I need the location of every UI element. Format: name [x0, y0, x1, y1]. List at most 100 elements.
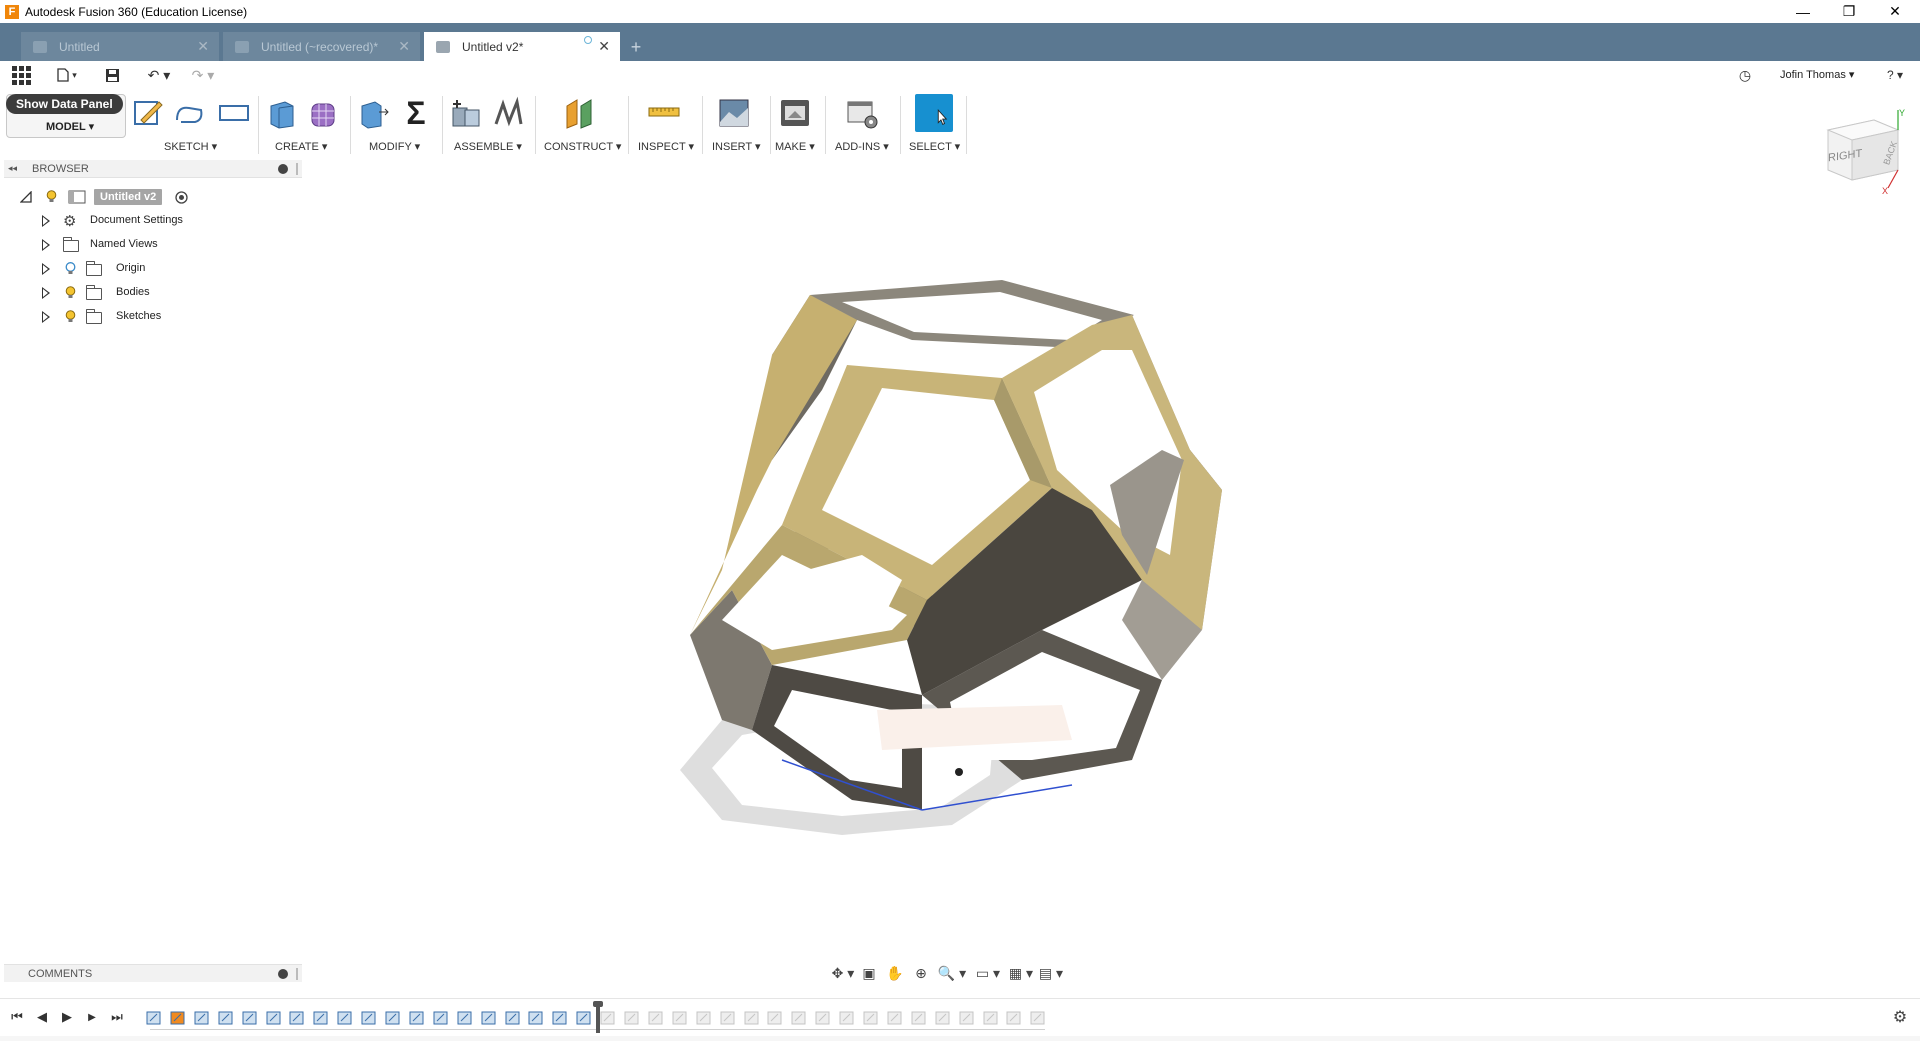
timeline-feature-icon[interactable]	[790, 1009, 808, 1026]
timeline-feature-icon[interactable]	[599, 1009, 617, 1026]
sketch-menu[interactable]: SKETCH ▾	[164, 140, 217, 153]
browser-root-label[interactable]: Untitled v2	[94, 189, 163, 205]
modify-menu[interactable]: MODIFY ▾	[369, 140, 420, 153]
expand-triangle-icon[interactable]	[42, 287, 50, 299]
browser-item-origin[interactable]: Origin	[4, 258, 204, 280]
browser-item-named-views[interactable]: Named Views	[4, 234, 204, 256]
orbit-icon[interactable]: ✥ ▾	[830, 962, 856, 984]
expand-triangle-icon[interactable]	[42, 239, 50, 251]
new-component-button[interactable]	[449, 96, 483, 130]
rectangle-tool-button[interactable]	[217, 96, 251, 130]
create-sketch-button[interactable]	[131, 96, 165, 130]
timeline-marker[interactable]	[593, 1001, 603, 1033]
visibility-bulb-icon[interactable]	[46, 190, 57, 203]
timeline-feature-icon[interactable]	[217, 1009, 235, 1026]
offset-plane-button[interactable]	[563, 96, 597, 130]
grid-snaps-icon[interactable]: ▦ ▾	[1006, 962, 1036, 984]
timeline-play-button[interactable]: ▶	[56, 1007, 78, 1027]
timeline-feature-icon[interactable]	[241, 1009, 259, 1026]
view-cube[interactable]: RIGHT BACK Y X	[1808, 108, 1908, 198]
timeline-feature-icon[interactable]	[408, 1009, 426, 1026]
dodecahedron-frame-model[interactable]	[302, 160, 1920, 968]
timeline-feature-icon[interactable]	[193, 1009, 211, 1026]
pan-hand-icon[interactable]: ✋	[882, 962, 908, 984]
restore-button[interactable]: ❐	[1826, 0, 1872, 23]
minimize-button[interactable]: —	[1780, 0, 1826, 23]
hidden-bulb-icon[interactable]	[65, 262, 76, 275]
timeline-feature-icon[interactable]	[838, 1009, 856, 1026]
tab-untitled[interactable]: Untitled ✕	[21, 32, 219, 61]
timeline-feature-icon[interactable]	[934, 1009, 952, 1026]
insert-menu[interactable]: INSERT ▾	[712, 140, 761, 153]
job-status-icon[interactable]: ◷	[1734, 65, 1756, 85]
addins-menu[interactable]: ADD-INS ▾	[835, 140, 889, 153]
timeline-first-button[interactable]: ⏮	[6, 1007, 28, 1027]
timeline-next-button[interactable]: ▶	[81, 1007, 103, 1027]
timeline-feature-icon[interactable]	[982, 1009, 1000, 1026]
timeline-feature-icon[interactable]	[647, 1009, 665, 1026]
user-account-menu[interactable]: Jofin Thomas ▾	[1780, 68, 1854, 81]
tab-untitled-v2[interactable]: Untitled v2* ✕	[424, 32, 620, 61]
timeline-feature-icon[interactable]	[1005, 1009, 1023, 1026]
workspace-label[interactable]: MODEL ▾	[46, 120, 94, 133]
compute-all-button[interactable]: Σ	[399, 96, 433, 130]
inspect-menu[interactable]: INSPECT ▾	[638, 140, 694, 153]
timeline-feature-icon[interactable]	[504, 1009, 522, 1026]
browser-item-bodies[interactable]: Bodies	[4, 282, 204, 304]
browser-resize-handle[interactable]	[296, 163, 298, 175]
look-at-icon[interactable]: ▣	[856, 962, 882, 984]
tab-close-icon[interactable]: ✕	[197, 38, 209, 55]
comments-resize-handle[interactable]	[296, 968, 298, 980]
timeline-feature-icon[interactable]	[336, 1009, 354, 1026]
timeline-feature-icon[interactable]	[958, 1009, 976, 1026]
timeline-feature-icon[interactable]	[743, 1009, 761, 1026]
visibility-bulb-icon[interactable]	[65, 286, 76, 299]
timeline-feature-icon[interactable]	[719, 1009, 737, 1026]
timeline-feature-icon[interactable]	[551, 1009, 569, 1026]
data-panel-grid-icon[interactable]	[9, 65, 33, 85]
press-pull-button[interactable]	[357, 96, 391, 130]
timeline-feature-icon[interactable]	[575, 1009, 593, 1026]
create-form-button[interactable]	[307, 96, 341, 130]
tab-untitled-recovered[interactable]: Untitled (~recovered)* ✕	[223, 32, 420, 61]
timeline-feature-icon[interactable]	[766, 1009, 784, 1026]
display-settings-icon[interactable]: ▭ ▾	[970, 962, 1006, 984]
3d-viewport-canvas[interactable]	[302, 160, 1920, 968]
timeline-feature-icon[interactable]	[814, 1009, 832, 1026]
redo-button[interactable]: ↷ ▾	[186, 65, 220, 85]
timeline-feature-icon[interactable]	[456, 1009, 474, 1026]
scripts-addins-button[interactable]	[845, 96, 879, 130]
tab-close-icon[interactable]: ✕	[398, 38, 410, 55]
assemble-menu[interactable]: ASSEMBLE ▾	[454, 140, 522, 153]
insert-canvas-button[interactable]	[717, 96, 751, 130]
timeline-feature-icon[interactable]	[695, 1009, 713, 1026]
browser-root-node[interactable]: Untitled v2	[4, 186, 204, 208]
select-button[interactable]	[915, 94, 953, 132]
measure-button[interactable]	[647, 96, 681, 130]
timeline-feature-icon[interactable]	[671, 1009, 689, 1026]
undo-button[interactable]: ↶ ▾	[142, 65, 176, 85]
save-button[interactable]	[100, 65, 124, 85]
browser-item-document-settings[interactable]: ⚙ Document Settings	[4, 210, 204, 232]
timeline-feature-icon[interactable]	[145, 1009, 163, 1026]
comments-panel-header[interactable]: COMMENTS	[4, 964, 302, 982]
make-menu[interactable]: MAKE ▾	[775, 140, 815, 153]
create-menu[interactable]: CREATE ▾	[275, 140, 327, 153]
timeline-settings-gear-icon[interactable]: ⚙	[1890, 1007, 1910, 1027]
activate-radio-icon[interactable]	[175, 191, 188, 204]
file-menu-button[interactable]: ▾	[52, 65, 82, 85]
timeline-feature-icon[interactable]	[384, 1009, 402, 1026]
select-menu[interactable]: SELECT ▾	[909, 140, 960, 153]
timeline-feature-icon[interactable]	[169, 1009, 187, 1026]
new-tab-button[interactable]: +	[625, 36, 647, 58]
timeline-feature-icon[interactable]	[265, 1009, 283, 1026]
timeline-prev-button[interactable]: ◀	[31, 1007, 53, 1027]
timeline-feature-icon[interactable]	[288, 1009, 306, 1026]
timeline-feature-icon[interactable]	[862, 1009, 880, 1026]
extrude-button[interactable]	[265, 96, 299, 130]
construct-menu[interactable]: CONSTRUCT ▾	[544, 140, 621, 153]
timeline-last-button[interactable]: ⏭	[106, 1007, 128, 1027]
timeline-feature-icon[interactable]	[623, 1009, 641, 1026]
viewports-icon[interactable]: ▤ ▾	[1036, 962, 1066, 984]
help-menu-button[interactable]: ? ▾	[1880, 65, 1910, 85]
